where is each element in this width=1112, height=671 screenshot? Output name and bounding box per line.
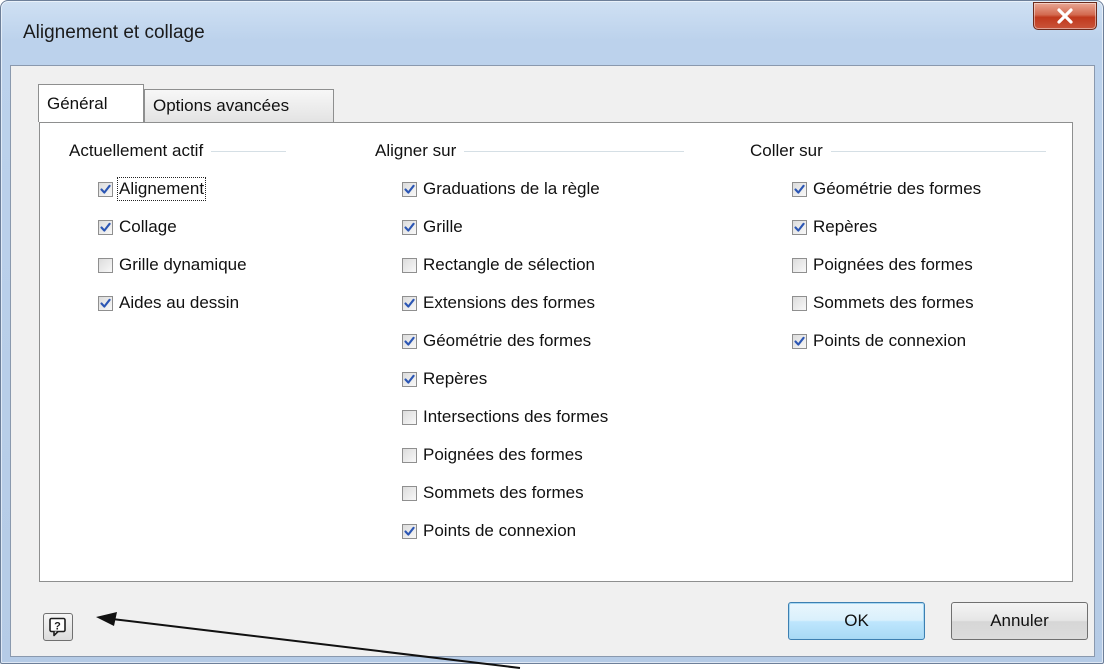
checkbox-label: Graduations de la règle xyxy=(423,179,600,198)
checkmark-icon xyxy=(404,374,415,384)
checkbox-row[interactable]: Grille xyxy=(402,215,463,239)
checkbox-label: Grille dynamique xyxy=(119,255,247,274)
group-title-actuellement-actif: Actuellement actif xyxy=(69,141,287,161)
checkbox-label: Extensions des formes xyxy=(423,293,595,312)
checkbox-row[interactable]: Repères xyxy=(792,215,877,239)
tab-options-avancees[interactable]: Options avancées xyxy=(144,89,334,122)
checkbox-label: Rectangle de sélection xyxy=(423,255,596,274)
checkbox[interactable] xyxy=(98,181,113,197)
checkbox-row[interactable]: Graduations de la règle xyxy=(402,177,600,201)
checkmark-icon xyxy=(100,184,111,194)
checkbox-row[interactable]: Sommets des formes xyxy=(792,291,974,315)
checkbox-row[interactable]: Géométrie des formes xyxy=(792,177,981,201)
cancel-button-label: Annuler xyxy=(990,611,1049,630)
checkbox[interactable] xyxy=(402,257,417,273)
checkbox[interactable] xyxy=(402,295,417,311)
checkbox-label: Collage xyxy=(119,217,177,236)
svg-text:?: ? xyxy=(54,621,61,633)
close-icon xyxy=(1057,8,1073,24)
close-button[interactable] xyxy=(1033,2,1097,30)
checkmark-icon xyxy=(794,222,805,232)
checkmark-icon xyxy=(404,222,415,232)
checkbox-row[interactable]: Intersections des formes xyxy=(402,405,608,429)
group-divider xyxy=(830,150,1046,152)
help-button[interactable]: ? xyxy=(43,613,73,641)
checkbox-row[interactable]: Aides au dessin xyxy=(98,291,239,315)
checkbox[interactable] xyxy=(792,257,807,273)
checkbox[interactable] xyxy=(402,447,417,463)
tab-general-label: Général xyxy=(47,93,108,113)
checkbox-row[interactable]: Alignement xyxy=(98,177,207,201)
group-divider xyxy=(211,150,287,152)
checkbox-label: Poignées des formes xyxy=(813,255,973,274)
checkbox-label: Sommets des formes xyxy=(423,483,584,502)
checkbox[interactable] xyxy=(402,181,417,197)
checkbox-row[interactable]: Grille dynamique xyxy=(98,253,247,277)
checkbox[interactable] xyxy=(402,485,417,501)
checkbox-label: Points de connexion xyxy=(423,521,577,540)
checkbox-label: Géométrie des formes xyxy=(423,331,592,350)
checkmark-icon xyxy=(404,184,415,194)
checkbox-row[interactable]: Extensions des formes xyxy=(402,291,595,315)
group-divider xyxy=(464,150,685,152)
checkbox-row[interactable]: Repères xyxy=(402,367,487,391)
checkbox[interactable] xyxy=(792,295,807,311)
checkbox-row[interactable]: Points de connexion xyxy=(792,329,966,353)
checkbox-label: Alignement xyxy=(116,177,207,201)
checkbox[interactable] xyxy=(98,295,113,311)
checkmark-icon xyxy=(404,298,415,308)
checkbox-row[interactable]: Poignées des formes xyxy=(792,253,973,277)
checkmark-icon xyxy=(404,526,415,536)
help-icon: ? xyxy=(49,617,66,637)
checkbox[interactable] xyxy=(792,333,807,349)
checkbox-label: Intersections des formes xyxy=(423,407,609,426)
checkmark-icon xyxy=(404,336,415,346)
checkbox-row[interactable]: Sommets des formes xyxy=(402,481,584,505)
checkbox-row[interactable]: Points de connexion xyxy=(402,519,576,543)
tab-panel-general: Actuellement actif Alignement Collage Gril… xyxy=(39,122,1073,582)
checkbox[interactable] xyxy=(792,181,807,197)
tab-general[interactable]: Général xyxy=(38,84,144,122)
checkbox-row[interactable]: Géométrie des formes xyxy=(402,329,591,353)
checkbox[interactable] xyxy=(402,219,417,235)
checkbox[interactable] xyxy=(402,333,417,349)
checkbox[interactable] xyxy=(98,257,113,273)
ok-button[interactable]: OK xyxy=(788,602,925,640)
checkbox-label: Géométrie des formes xyxy=(813,179,982,198)
group-title-aligner-sur: Aligner sur xyxy=(375,141,685,161)
checkbox-label: Grille xyxy=(423,217,463,236)
checkmark-icon xyxy=(100,298,111,308)
checkbox[interactable] xyxy=(402,523,417,539)
checkmark-icon xyxy=(794,336,805,346)
dialog-title: Alignement et collage xyxy=(23,22,205,43)
checkmark-icon xyxy=(794,184,805,194)
checkbox-label: Aides au dessin xyxy=(119,293,240,312)
ok-button-label: OK xyxy=(844,611,869,630)
checkbox-label: Repères xyxy=(423,369,488,388)
checkbox-row[interactable]: Poignées des formes xyxy=(402,443,583,467)
checkbox[interactable] xyxy=(792,219,807,235)
checkbox-label: Poignées des formes xyxy=(423,445,583,464)
cancel-button[interactable]: Annuler xyxy=(951,602,1088,640)
checkbox-label: Points de connexion xyxy=(813,331,967,350)
checkbox[interactable] xyxy=(402,409,417,425)
dialog-window: Alignement et collage Général Options av… xyxy=(0,0,1104,664)
checkbox-label: Repères xyxy=(813,217,878,236)
checkmark-icon xyxy=(100,222,111,232)
checkbox-label: Sommets des formes xyxy=(813,293,974,312)
checkbox-row[interactable]: Collage xyxy=(98,215,177,239)
checkbox[interactable] xyxy=(98,219,113,235)
group-title-coller-sur: Coller sur xyxy=(750,141,1046,161)
checkbox-row[interactable]: Rectangle de sélection xyxy=(402,253,595,277)
tab-options-avancees-label: Options avancées xyxy=(153,96,290,115)
checkbox[interactable] xyxy=(402,371,417,387)
